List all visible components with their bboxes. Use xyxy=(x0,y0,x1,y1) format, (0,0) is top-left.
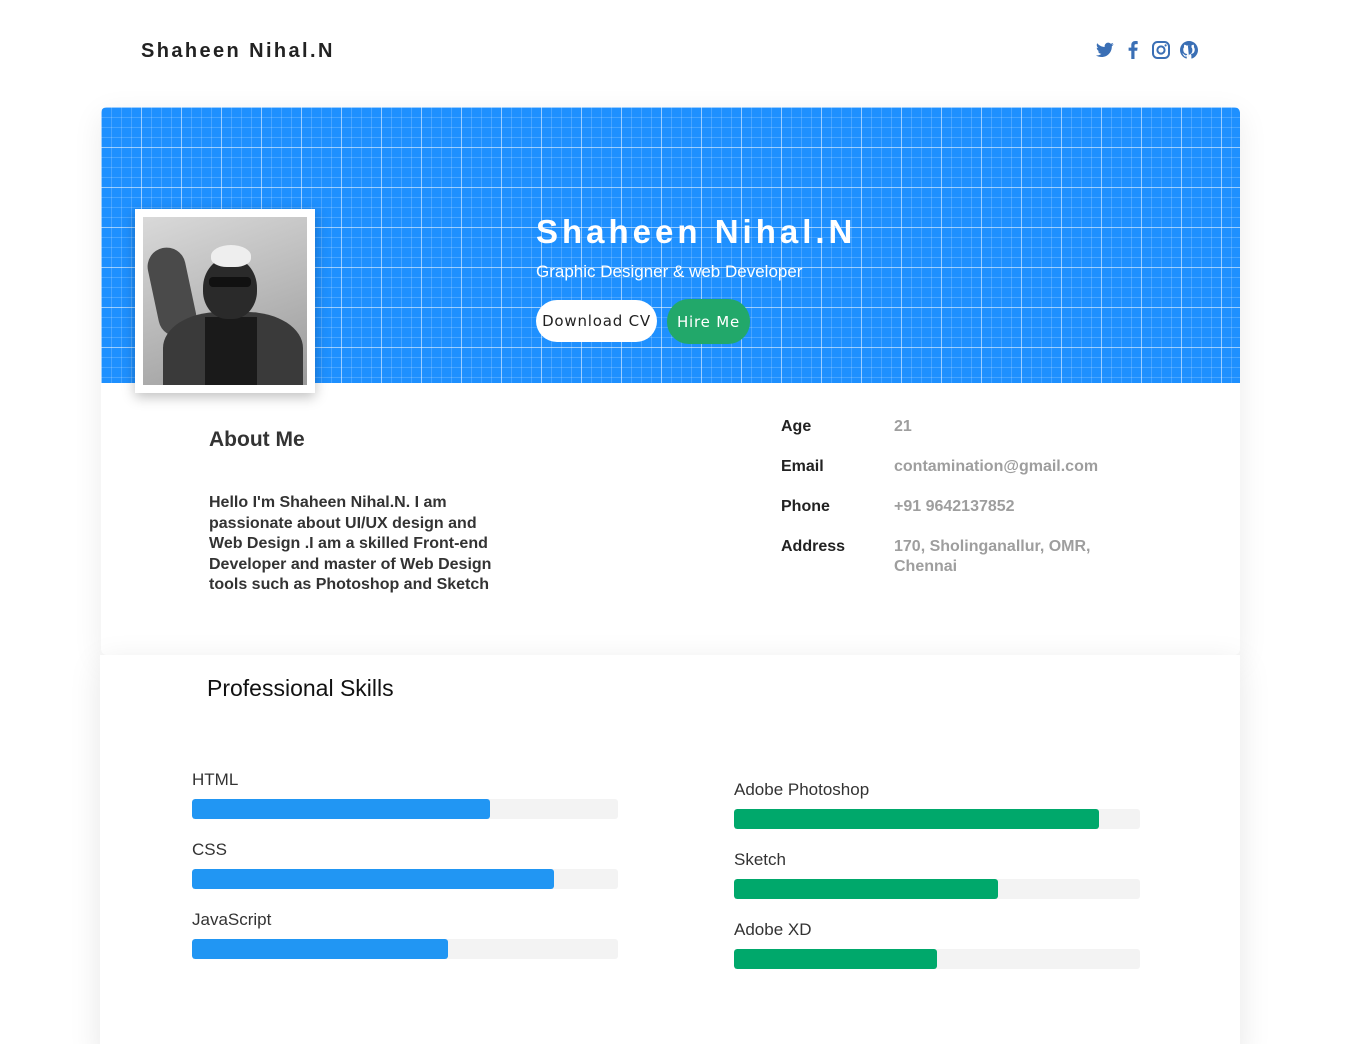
profile-photo xyxy=(143,217,307,385)
hero-name: Shaheen Nihal.N xyxy=(536,213,857,250)
info-label: Phone xyxy=(781,498,830,515)
skill-bar-fill xyxy=(734,949,937,969)
skill-bar-fill xyxy=(192,939,448,959)
top-navbar: Shaheen Nihal.N xyxy=(0,0,1348,100)
info-value: contamination@gmail.com xyxy=(894,458,1099,475)
skill-bar-fill xyxy=(734,879,998,899)
skill-html: HTML xyxy=(192,770,618,819)
info-value: +91 9642137852 xyxy=(894,498,1015,515)
skill-label: Adobe Photoshop xyxy=(734,780,870,799)
skill-sketch: Sketch xyxy=(734,850,1160,899)
hire-me-button[interactable]: Hire Me xyxy=(667,299,750,344)
skill-label: Adobe XD xyxy=(734,920,812,939)
skill-label: HTML xyxy=(192,770,239,789)
instagram-icon[interactable] xyxy=(1152,40,1170,60)
skill-bar-track xyxy=(192,939,618,959)
skill-css: CSS xyxy=(192,840,618,889)
about-text: Hello I'm Shaheen Nihal.N. I am passiona… xyxy=(209,494,492,593)
info-value: 170, Sholinganallur, OMR, Chennai xyxy=(894,538,1091,575)
skill-adobe-xd: Adobe XD xyxy=(734,920,1160,969)
info-label: Email xyxy=(781,458,824,475)
skill-bar-fill xyxy=(192,869,555,889)
skill-label: CSS xyxy=(192,840,227,859)
profile-card: Shaheen Nihal.N Graphic Designer & web D… xyxy=(101,107,1240,655)
info-label: Age xyxy=(781,418,812,435)
skill-bar-track xyxy=(192,869,618,889)
skill-photoshop: Adobe Photoshop xyxy=(734,780,1160,829)
social-links xyxy=(1096,40,1198,60)
facebook-icon[interactable] xyxy=(1124,40,1142,60)
skill-bar-track xyxy=(734,879,1140,899)
info-value: 21 xyxy=(894,418,912,435)
info-label: Address xyxy=(781,538,846,555)
profile-photo-frame xyxy=(135,209,315,393)
download-cv-button[interactable]: Download CV xyxy=(536,300,657,342)
info-row-age: Age 21 xyxy=(781,417,1141,437)
skill-bar-fill xyxy=(734,809,1100,829)
skill-bar-track xyxy=(192,799,618,819)
skill-javascript: JavaScript xyxy=(192,910,618,959)
skill-bar-track xyxy=(734,949,1140,969)
twitter-icon[interactable] xyxy=(1096,40,1114,60)
skill-bar-track xyxy=(734,809,1140,829)
info-row-phone: Phone +91 9642137852 xyxy=(781,497,1141,517)
skills-title: Professional Skills xyxy=(207,675,394,701)
info-row-address: Address 170, Sholinganallur, OMR, Chenna… xyxy=(781,537,1141,577)
skill-label: JavaScript xyxy=(192,910,272,929)
github-icon[interactable] xyxy=(1180,40,1198,60)
skill-label: Sketch xyxy=(734,850,786,869)
about-title: About Me xyxy=(209,428,305,451)
skill-bar-fill xyxy=(192,799,491,819)
brand-name[interactable]: Shaheen Nihal.N xyxy=(141,40,335,63)
hero-role: Graphic Designer & web Developer xyxy=(536,262,803,281)
info-row-email: Email contamination@gmail.com xyxy=(781,457,1141,477)
personal-info: Age 21 Email contamination@gmail.com Pho… xyxy=(781,417,1141,597)
